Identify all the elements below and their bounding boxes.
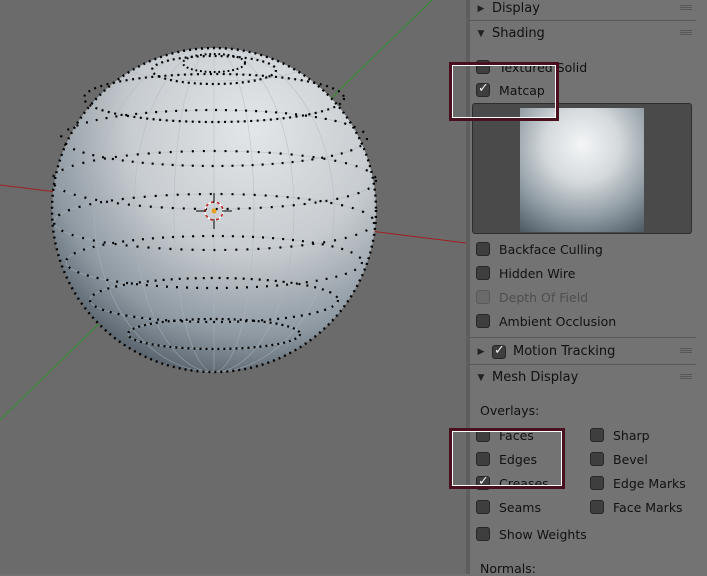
checkbox-icon[interactable]: [476, 266, 490, 280]
motion-tracking-label: Motion Tracking: [513, 344, 616, 359]
checkbox-icon[interactable]: [590, 428, 604, 442]
drag-grip-icon[interactable]: [680, 348, 692, 354]
depth-of-field-label: Depth Of Field: [499, 289, 589, 305]
seams-label: Seams: [499, 499, 541, 515]
drag-grip-icon[interactable]: [680, 30, 692, 36]
checkbox-icon[interactable]: [476, 527, 490, 541]
matcap-preview[interactable]: [472, 103, 692, 234]
face-marks-label: Face Marks: [613, 499, 683, 515]
motion-tracking-panel-header[interactable]: ▶ Motion Tracking: [470, 340, 696, 363]
matcap-sphere-image: [520, 108, 644, 232]
collapse-triangle-icon: ▼: [477, 28, 485, 39]
divider: [470, 337, 696, 338]
drag-grip-icon[interactable]: [680, 374, 692, 380]
checkbox-icon[interactable]: [590, 500, 604, 514]
mesh-display-label: Mesh Display: [492, 370, 579, 385]
divider: [470, 364, 696, 365]
viewport-canvas[interactable]: [0, 0, 466, 574]
3d-viewport[interactable]: [0, 0, 466, 574]
shading-header-label: Shading: [492, 26, 545, 41]
collapse-triangle-icon: ▼: [477, 372, 485, 383]
ambient-occlusion-checkbox[interactable]: Ambient Occlusion: [476, 312, 616, 330]
checkbox-icon[interactable]: [476, 500, 490, 514]
display-header-label: Display: [492, 1, 540, 16]
matcap-highlight: [449, 62, 559, 121]
show-weights-checkbox[interactable]: Show Weights: [476, 525, 587, 543]
seams-checkbox[interactable]: Seams: [476, 498, 541, 516]
hidden-wire-label: Hidden Wire: [499, 265, 576, 281]
backface-culling-label: Backface Culling: [499, 241, 603, 257]
face-marks-checkbox[interactable]: Face Marks: [590, 498, 683, 516]
hidden-wire-checkbox[interactable]: Hidden Wire: [476, 264, 575, 282]
checkbox-icon[interactable]: [476, 314, 490, 328]
shading-panel-header[interactable]: ▼ Shading: [470, 22, 696, 45]
properties-panel: ▶ Display ▼ Shading Textured Solid Matca…: [449, 0, 707, 576]
edge-marks-label: Edge Marks: [613, 475, 686, 491]
bevel-label: Bevel: [613, 451, 648, 467]
expand-triangle-icon: ▶: [477, 346, 485, 357]
overlays-label: Overlays:: [480, 403, 540, 418]
bevel-checkbox[interactable]: Bevel: [590, 450, 648, 468]
motion-tracking-checkbox[interactable]: [492, 343, 506, 359]
depth-of-field-checkbox: Depth Of Field: [476, 288, 588, 306]
show-weights-label: Show Weights: [499, 526, 587, 542]
sharp-label: Sharp: [613, 427, 650, 443]
backface-culling-checkbox[interactable]: Backface Culling: [476, 240, 603, 258]
display-panel-header[interactable]: ▶ Display: [470, 0, 696, 20]
divider: [470, 20, 696, 21]
edge-marks-checkbox[interactable]: Edge Marks: [590, 474, 686, 492]
drag-grip-icon[interactable]: [680, 5, 692, 11]
checkbox-icon: [476, 290, 490, 304]
mesh-display-panel-header[interactable]: ▼ Mesh Display: [470, 366, 696, 389]
ambient-occlusion-label: Ambient Occlusion: [499, 313, 617, 329]
sharp-checkbox[interactable]: Sharp: [590, 426, 650, 444]
checkbox-icon[interactable]: [590, 476, 604, 490]
expand-triangle-icon: ▶: [477, 3, 485, 14]
edges-highlight: [449, 428, 565, 489]
checkbox-icon[interactable]: [476, 242, 490, 256]
checkbox-icon[interactable]: [590, 452, 604, 466]
